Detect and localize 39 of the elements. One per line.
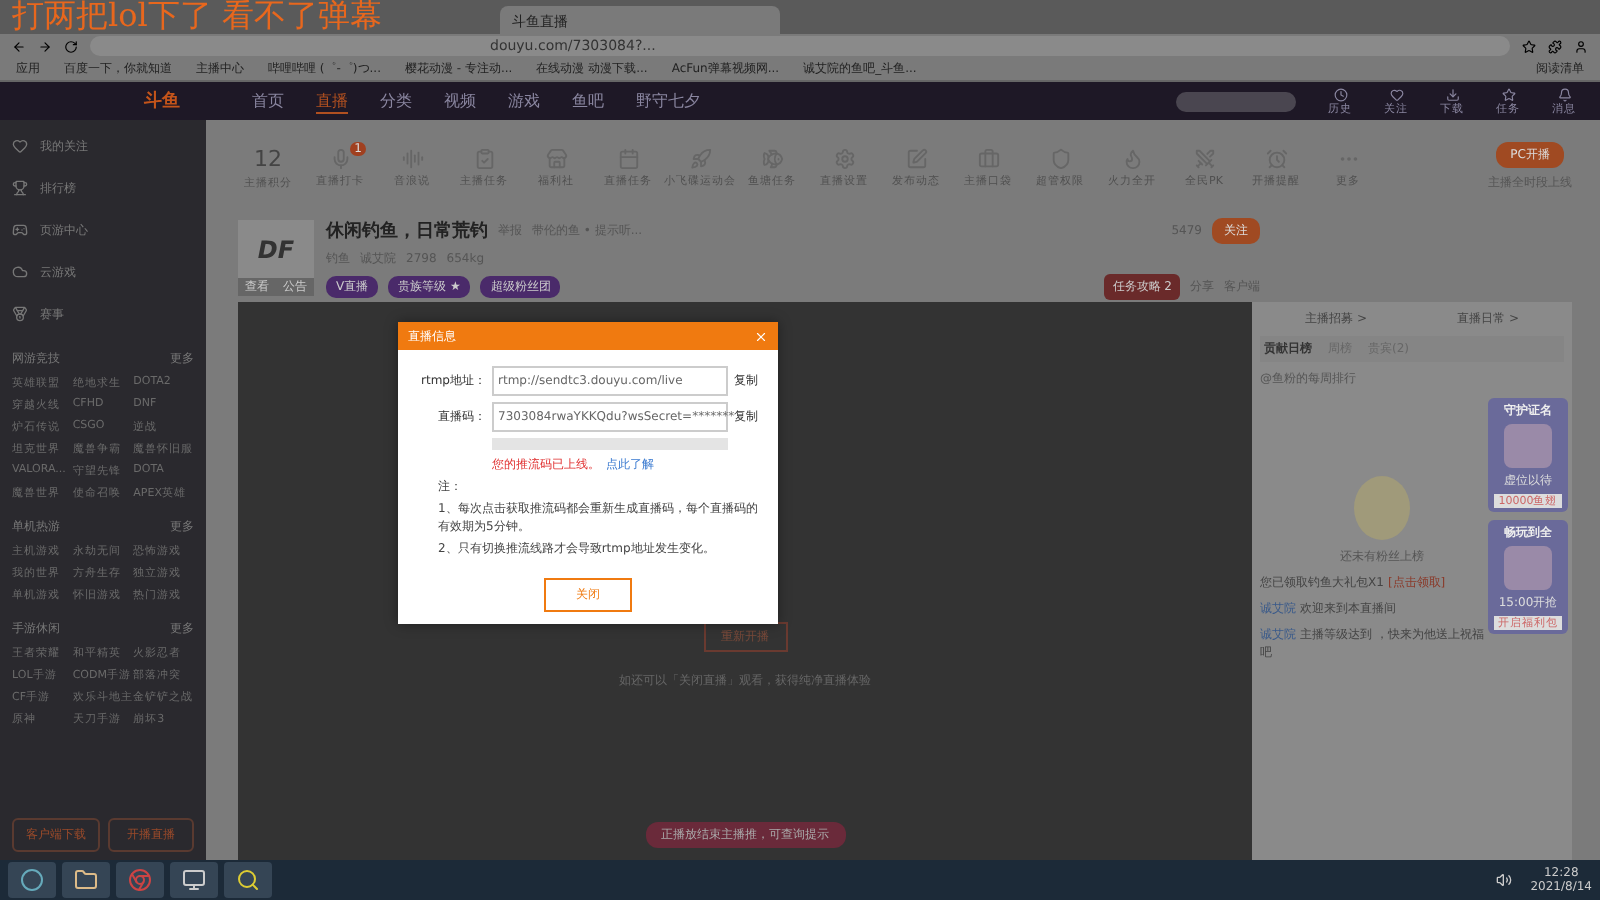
- taskbar-app[interactable]: [62, 862, 110, 898]
- search-field[interactable]: [1176, 91, 1296, 111]
- medal-icon: [12, 306, 28, 322]
- heart-icon: [1389, 87, 1403, 101]
- puzzle-icon: [1548, 39, 1562, 53]
- nav-item[interactable]: 首页: [252, 90, 284, 112]
- folder-icon: [74, 868, 98, 892]
- trophy-icon: [12, 180, 28, 196]
- nav-item[interactable]: 视频: [444, 90, 476, 112]
- download-icon: [1445, 87, 1459, 101]
- video-caption: 打两把lol下了 看不了弹幕: [12, 0, 382, 32]
- nav-item[interactable]: 分类: [380, 90, 412, 112]
- star-icon: [1522, 39, 1536, 53]
- clock-icon: [1333, 87, 1347, 101]
- cloud-icon: [12, 264, 28, 280]
- forward-icon: [38, 39, 52, 53]
- heart-icon: [12, 138, 28, 154]
- browser-icon: [128, 868, 152, 892]
- room-title: 休闲钓鱼，日常荒钓: [326, 218, 488, 243]
- site-logo[interactable]: 斗鱼: [144, 88, 180, 114]
- back-icon: [12, 39, 26, 53]
- circle-icon: [20, 868, 44, 892]
- profile-icon: [1574, 39, 1588, 53]
- start-button[interactable]: [8, 862, 56, 898]
- scrollbar[interactable]: [492, 438, 728, 450]
- star-icon: [1501, 87, 1515, 101]
- bell-icon: [1557, 87, 1571, 101]
- nav-item[interactable]: 野守七夕: [636, 90, 700, 112]
- reload-icon: [64, 39, 78, 53]
- nav-item[interactable]: 鱼吧: [572, 90, 604, 112]
- taskbar-app[interactable]: [170, 862, 218, 898]
- taskbar-app[interactable]: [224, 862, 272, 898]
- monitor-icon: [182, 868, 206, 892]
- magnifier-icon: [236, 868, 260, 892]
- volume-icon: [1496, 872, 1513, 888]
- close-icon[interactable]: [754, 329, 768, 343]
- gamepad-icon: [12, 222, 28, 238]
- nav-item[interactable]: 直播: [316, 89, 348, 113]
- nav-item[interactable]: 游戏: [508, 90, 540, 112]
